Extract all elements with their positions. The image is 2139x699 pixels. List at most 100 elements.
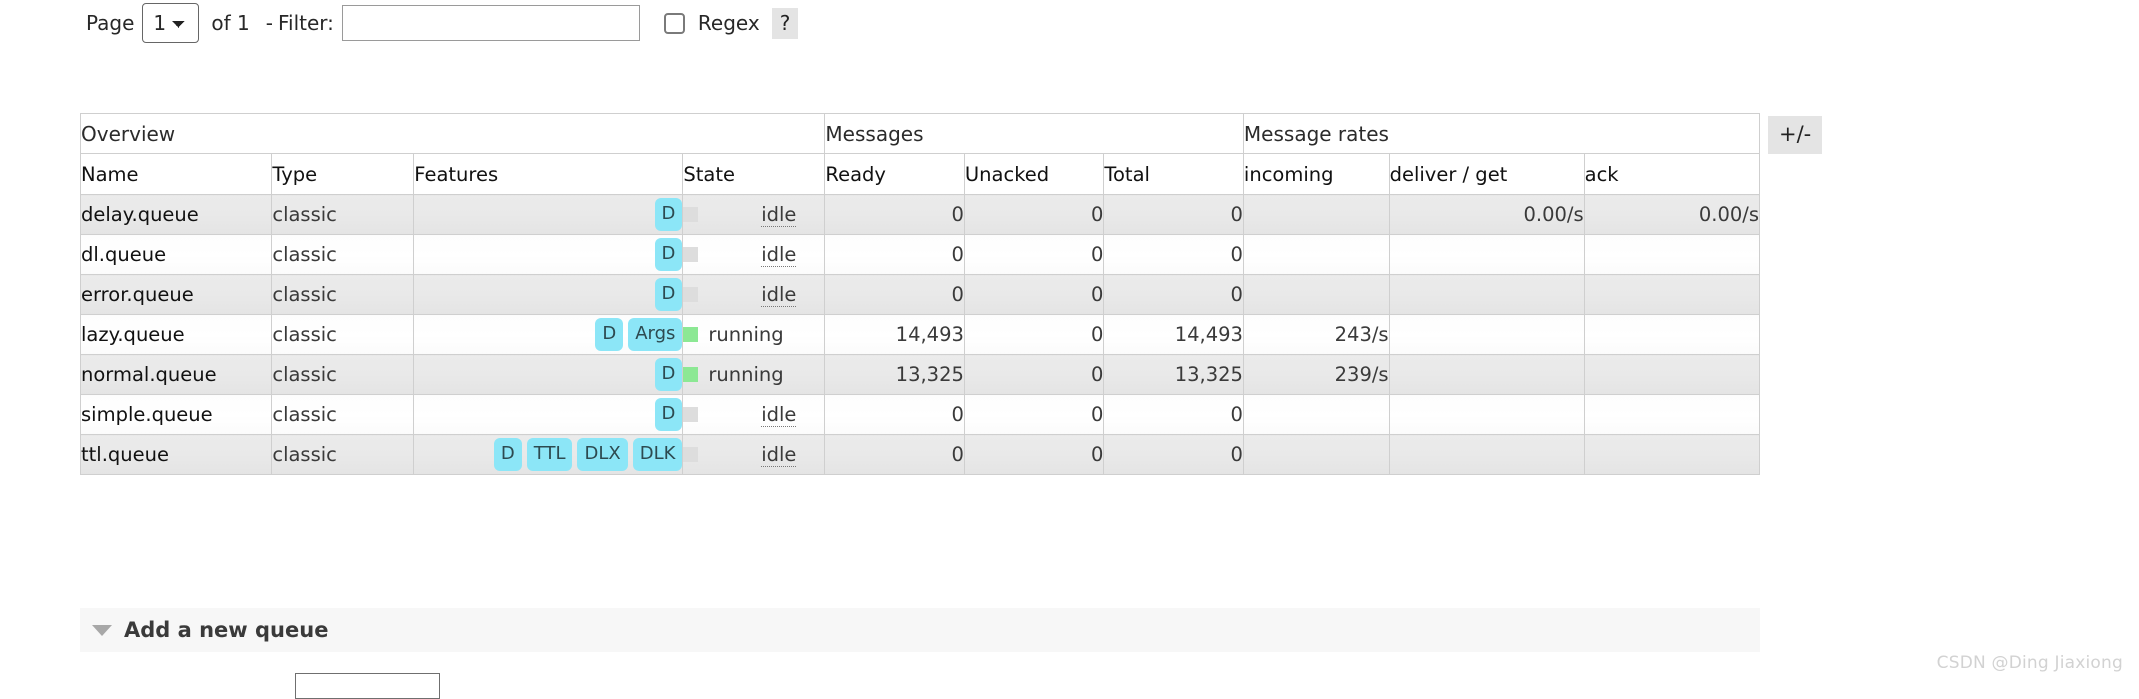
cell-queue-name[interactable]: dl.queue <box>81 235 272 275</box>
feature-badge[interactable]: D <box>655 278 683 311</box>
column-header-deliver-get[interactable]: deliver / get <box>1389 154 1584 195</box>
cell-total: 0 <box>1104 195 1244 235</box>
state-label[interactable]: idle <box>761 443 796 467</box>
column-header-ack[interactable]: ack <box>1584 154 1759 195</box>
cell-ack <box>1584 395 1759 435</box>
filter-bar: Page 1 of 1 - Filter: Regex ? <box>86 0 798 46</box>
cell-queue-name[interactable]: delay.queue <box>81 195 272 235</box>
feature-badge[interactable]: D <box>494 438 522 471</box>
cell-queue-features: D <box>414 235 683 275</box>
watermark-text: CSDN @Ding Jiaxiong <box>1937 653 2123 673</box>
separator-dash: - <box>266 11 273 35</box>
cell-incoming <box>1243 195 1389 235</box>
filter-input[interactable] <box>342 5 640 41</box>
cell-total: 0 <box>1104 235 1244 275</box>
column-header-ready[interactable]: Ready <box>825 154 964 195</box>
cell-queue-state: idle <box>683 395 825 435</box>
column-header-state[interactable]: State <box>683 154 825 195</box>
page-label: Page <box>86 11 134 35</box>
cell-queue-type: classic <box>272 395 414 435</box>
cell-unacked: 0 <box>964 195 1103 235</box>
cell-queue-features: D <box>414 275 683 315</box>
cell-ack: 0.00/s <box>1584 195 1759 235</box>
cell-deliver-get <box>1389 435 1584 475</box>
cell-queue-type: classic <box>272 435 414 475</box>
cell-unacked: 0 <box>964 275 1103 315</box>
column-header-total[interactable]: Total <box>1104 154 1244 195</box>
state-label[interactable]: idle <box>761 403 796 427</box>
cell-total: 0 <box>1104 435 1244 475</box>
add-new-queue-title[interactable]: Add a new queue <box>124 618 328 642</box>
group-header-message-rates: Message rates <box>1243 114 1759 154</box>
cell-deliver-get <box>1389 275 1584 315</box>
page-select[interactable]: 1 <box>142 3 199 43</box>
cell-total: 13,325 <box>1104 355 1244 395</box>
cell-total: 0 <box>1104 275 1244 315</box>
regex-help-icon[interactable]: ? <box>772 8 799 39</box>
column-header-features: Features <box>414 154 683 195</box>
cell-queue-state: idle <box>683 275 825 315</box>
column-header-unacked[interactable]: Unacked <box>964 154 1103 195</box>
table-row: simple.queueclassicDidle000 <box>81 395 1760 435</box>
cell-queue-features: DTTLDLXDLK <box>414 435 683 475</box>
cell-queue-features: DArgs <box>414 315 683 355</box>
feature-badge[interactable]: TTL <box>527 438 573 471</box>
columns-toggle-button[interactable]: +/- <box>1768 116 1822 154</box>
cell-queue-name[interactable]: normal.queue <box>81 355 272 395</box>
regex-checkbox[interactable] <box>664 13 685 34</box>
cell-queue-state: idle <box>683 195 825 235</box>
cell-deliver-get <box>1389 315 1584 355</box>
state-indicator-square <box>683 207 698 222</box>
state-label[interactable]: idle <box>761 283 796 307</box>
column-header-name[interactable]: Name <box>81 154 272 195</box>
cell-queue-state: idle <box>683 435 825 475</box>
cell-ack <box>1584 315 1759 355</box>
cell-deliver-get <box>1389 235 1584 275</box>
cell-unacked: 0 <box>964 355 1103 395</box>
state-label[interactable]: idle <box>761 203 796 227</box>
cell-incoming <box>1243 435 1389 475</box>
feature-badge[interactable]: D <box>655 238 683 271</box>
table-row: normal.queueclassicDrunning13,325013,325… <box>81 355 1760 395</box>
cell-ack <box>1584 235 1759 275</box>
cell-unacked: 0 <box>964 435 1103 475</box>
cell-queue-type: classic <box>272 195 414 235</box>
cell-total: 14,493 <box>1104 315 1244 355</box>
feature-badge[interactable]: D <box>595 318 623 351</box>
cell-queue-name[interactable]: ttl.queue <box>81 435 272 475</box>
cell-ready: 0 <box>825 235 964 275</box>
cell-incoming <box>1243 395 1389 435</box>
cell-ack <box>1584 435 1759 475</box>
state-indicator-square <box>683 367 698 382</box>
feature-badge[interactable]: D <box>655 398 683 431</box>
feature-badge[interactable]: D <box>655 358 683 391</box>
table-row: error.queueclassicDidle000 <box>81 275 1760 315</box>
feature-badge[interactable]: DLK <box>633 438 683 471</box>
state-label[interactable]: idle <box>761 243 796 267</box>
cell-queue-name[interactable]: error.queue <box>81 275 272 315</box>
add-queue-name-input[interactable] <box>295 673 440 699</box>
feature-badge[interactable]: DLX <box>577 438 627 471</box>
feature-badge[interactable]: D <box>655 198 683 231</box>
cell-queue-type: classic <box>272 355 414 395</box>
table-body: delay.queueclassicDidle0000.00/s0.00/sdl… <box>81 195 1760 475</box>
add-new-queue-section[interactable]: Add a new queue <box>80 608 1760 652</box>
state-label: running <box>708 363 783 386</box>
column-header-type[interactable]: Type <box>272 154 414 195</box>
table-column-header-row: Name Type Features State Ready Unacked T… <box>81 154 1760 195</box>
chevron-down-icon[interactable] <box>92 625 112 636</box>
cell-incoming <box>1243 275 1389 315</box>
filter-label: Filter: <box>278 11 334 35</box>
column-header-incoming[interactable]: incoming <box>1243 154 1389 195</box>
cell-deliver-get: 0.00/s <box>1389 195 1584 235</box>
cell-queue-type: classic <box>272 235 414 275</box>
cell-queue-name[interactable]: lazy.queue <box>81 315 272 355</box>
cell-unacked: 0 <box>964 395 1103 435</box>
state-indicator-square <box>683 327 698 342</box>
cell-deliver-get <box>1389 355 1584 395</box>
cell-queue-name[interactable]: simple.queue <box>81 395 272 435</box>
table-group-header-row: Overview Messages Message rates <box>81 114 1760 154</box>
feature-badge[interactable]: Args <box>628 318 682 351</box>
cell-queue-features: D <box>414 395 683 435</box>
queues-table: Overview Messages Message rates Name Typ… <box>80 113 1760 475</box>
